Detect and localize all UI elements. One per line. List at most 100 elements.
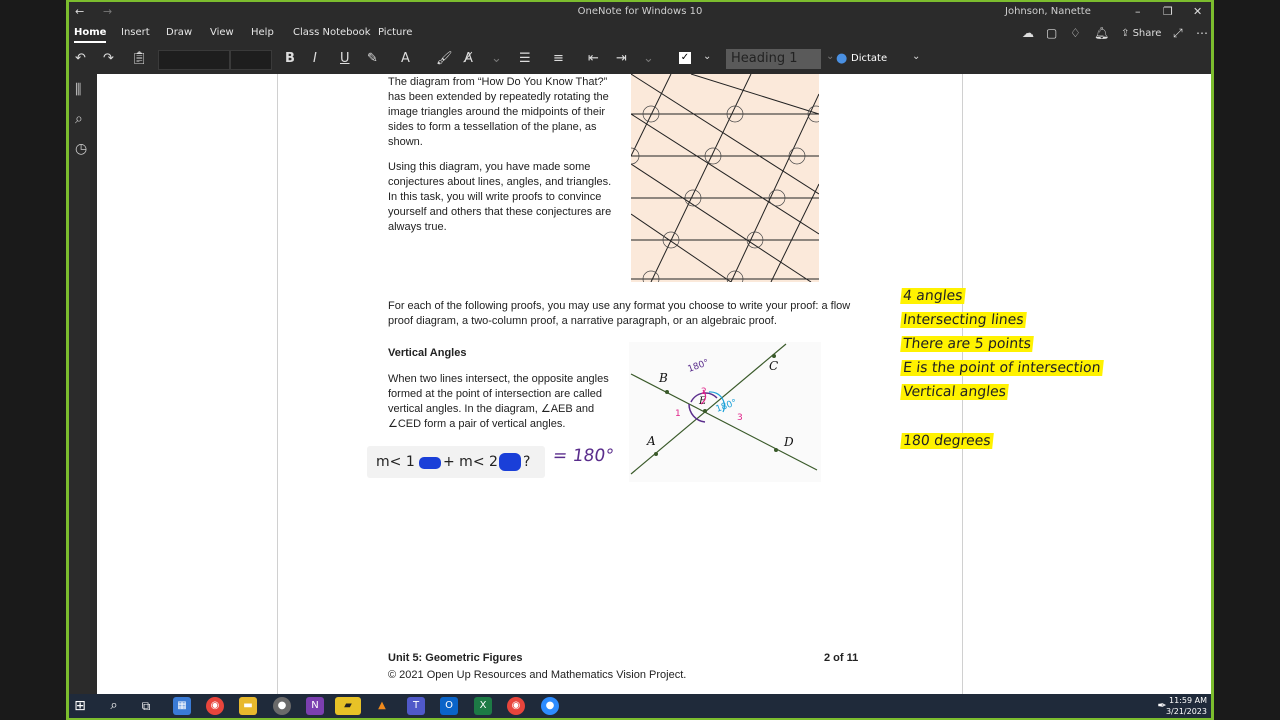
section-heading: Vertical Angles (388, 347, 467, 359)
tessellation-diagram (631, 74, 819, 282)
text-line: yourself and others that these conjectur… (388, 206, 612, 218)
chevron-down-icon[interactable]: ⌄ (491, 51, 502, 66)
point-label-a: A (646, 434, 656, 448)
equation-result: = 180° (551, 446, 616, 466)
calculator-icon[interactable]: ▦ (173, 697, 191, 715)
tab-home[interactable]: Home (74, 27, 107, 43)
point-label-d: D (783, 435, 794, 449)
bell-icon[interactable]: 🔔︎ (1094, 26, 1109, 40)
note-line[interactable]: E is the point of intersection (900, 360, 1104, 376)
clear-format-icon[interactable]: A̸ (464, 51, 473, 66)
section-paragraph: When two lines intersect, the opposite a… (388, 372, 609, 432)
tab-picture[interactable]: Picture (378, 27, 412, 38)
text-line: formed at the point of intersection are … (388, 388, 603, 400)
tab-class-notebook[interactable]: Class Notebook (293, 27, 371, 38)
close-icon[interactable]: ✕ (1193, 5, 1202, 18)
font-family-box[interactable] (158, 50, 230, 70)
restore-icon[interactable]: ❐ (1163, 5, 1173, 18)
minimize-icon[interactable]: – (1135, 5, 1141, 18)
text-line: The diagram from “How Do You Know That?” (388, 76, 608, 88)
vlc-icon[interactable]: ▲ (373, 697, 391, 715)
outdent-icon[interactable]: ⇤ (588, 51, 599, 66)
vertical-angles-diagram: B C A D E 180° 180° 1 2 3 (629, 342, 821, 482)
annotation-angle-2: 2 (701, 387, 707, 397)
note-line[interactable]: Vertical angles (900, 384, 1009, 400)
highlighter-icon[interactable]: ✎ (367, 51, 378, 66)
note-line[interactable]: There are 5 points (900, 336, 1034, 352)
more-icon[interactable]: ⋯ (1196, 26, 1208, 40)
equation-box[interactable]: m< 1 + m< 2 ? (367, 446, 545, 478)
note-line[interactable]: 180 degrees (900, 433, 994, 449)
redo-icon[interactable]: ↷ (103, 51, 114, 66)
text-line: always true. (388, 221, 447, 233)
sticky-notes-icon[interactable]: ▰ (335, 697, 361, 715)
ribbon-tabs: Home Insert Draw View Help Class Noteboo… (69, 22, 1211, 44)
recent-clock-icon[interactable]: ◷ (75, 141, 87, 157)
text-line: proof diagram, a two-column proof, a nar… (388, 315, 777, 327)
annotation-angle-1: 1 (675, 409, 681, 419)
chevron-down-icon[interactable]: ⌄ (826, 51, 834, 62)
text-line: In this task, you will write proofs to c… (388, 191, 602, 203)
sync-icon[interactable]: ☁ (1022, 26, 1034, 40)
search-icon[interactable]: ⌕ (75, 111, 83, 127)
chrome-icon[interactable]: ◉ (206, 697, 224, 715)
text-line: has been extended by repeatedly rotating… (388, 91, 609, 103)
notification-icon[interactable]: ▢ (1046, 26, 1057, 40)
numbering-icon[interactable]: ≡ (553, 51, 564, 66)
font-size-box[interactable] (230, 50, 272, 70)
format-painter-icon[interactable]: 🖌︎ (436, 51, 453, 66)
ink-scribble (419, 457, 441, 469)
tab-view[interactable]: View (210, 27, 234, 38)
clock-time: 11:59 AM (1169, 696, 1207, 705)
search-icon[interactable]: ⌕ (105, 697, 123, 715)
page-canvas[interactable]: The diagram from “How Do You Know That?”… (97, 74, 1211, 694)
point-label-b: B (658, 371, 668, 385)
printout-left-border (277, 74, 278, 694)
teams-icon[interactable]: T (407, 697, 425, 715)
note-line[interactable]: Intersecting lines (900, 312, 1027, 328)
task-view-icon[interactable]: ⧉ (137, 697, 155, 715)
excel-icon[interactable]: X (474, 697, 492, 715)
microphone-icon[interactable]: ● (836, 51, 847, 66)
tab-help[interactable]: Help (251, 27, 274, 38)
intro-paragraph-1: The diagram from “How Do You Know That?”… (388, 75, 609, 150)
underline-icon[interactable]: U (340, 51, 350, 66)
text-line: conjectures about lines, angles, and tri… (388, 176, 612, 188)
share-button[interactable]: ⇪ Share (1121, 28, 1161, 39)
outlook-icon[interactable]: O (440, 697, 458, 715)
undo-icon[interactable]: ↶ (75, 51, 86, 66)
bold-icon[interactable]: B (285, 51, 295, 66)
indent-icon[interactable]: ⇥ (616, 51, 627, 66)
italic-icon[interactable]: I (313, 51, 317, 66)
notebooks-icon[interactable]: ⫼ (75, 82, 81, 98)
chevron-down-icon[interactable]: ⌄ (643, 51, 654, 66)
chevron-down-icon[interactable]: ⌄ (912, 51, 920, 62)
clock-date: 3/21/2023 (1165, 707, 1207, 716)
tab-insert[interactable]: Insert (121, 27, 150, 38)
lightbulb-icon[interactable]: ♢ (1070, 26, 1081, 40)
zoom-icon[interactable]: ● (541, 697, 559, 715)
chrome-icon[interactable]: ◉ (507, 697, 525, 715)
tab-draw[interactable]: Draw (166, 27, 192, 38)
note-line[interactable]: 4 angles (900, 288, 966, 304)
user-name[interactable]: Johnson, Nanette (1005, 6, 1091, 17)
text-line: vertical angles. In the diagram, ∠AEB an… (388, 403, 595, 415)
system-clock[interactable]: 11:59 AM 3/21/2023 (1166, 695, 1207, 717)
paint-icon[interactable]: ● (273, 697, 291, 715)
ribbon-toolbar: ↶ ↷ 📋︎ B I U ✎ A 🖌︎ A̸ ⌄ ☰ ≡ ⇤ ⇥ ⌄ ✓ ⌄ H… (69, 44, 1211, 74)
style-select[interactable]: Heading 1 (726, 49, 821, 69)
intro-paragraph-2: Using this diagram, you have made some c… (388, 160, 611, 235)
dictate-button[interactable]: Dictate (851, 53, 887, 64)
file-explorer-icon[interactable]: ▬ (239, 697, 257, 715)
bullets-icon[interactable]: ☰ (519, 51, 531, 66)
text-line: sides to form a tessellation of the plan… (388, 121, 597, 133)
text-line: ∠CED form a pair of vertical angles. (388, 418, 566, 430)
onenote-icon[interactable]: N (306, 697, 324, 715)
chevron-down-icon[interactable]: ⌄ (703, 51, 711, 62)
font-color-icon[interactable]: A (401, 51, 410, 66)
ink-scribble (499, 453, 521, 471)
windows-start-icon[interactable]: ⊞ (71, 697, 89, 715)
tag-checkbox-icon[interactable]: ✓ (679, 52, 691, 64)
fullscreen-icon[interactable]: ⤢ (1173, 26, 1183, 41)
clipboard-icon[interactable]: 📋︎ (131, 51, 148, 66)
